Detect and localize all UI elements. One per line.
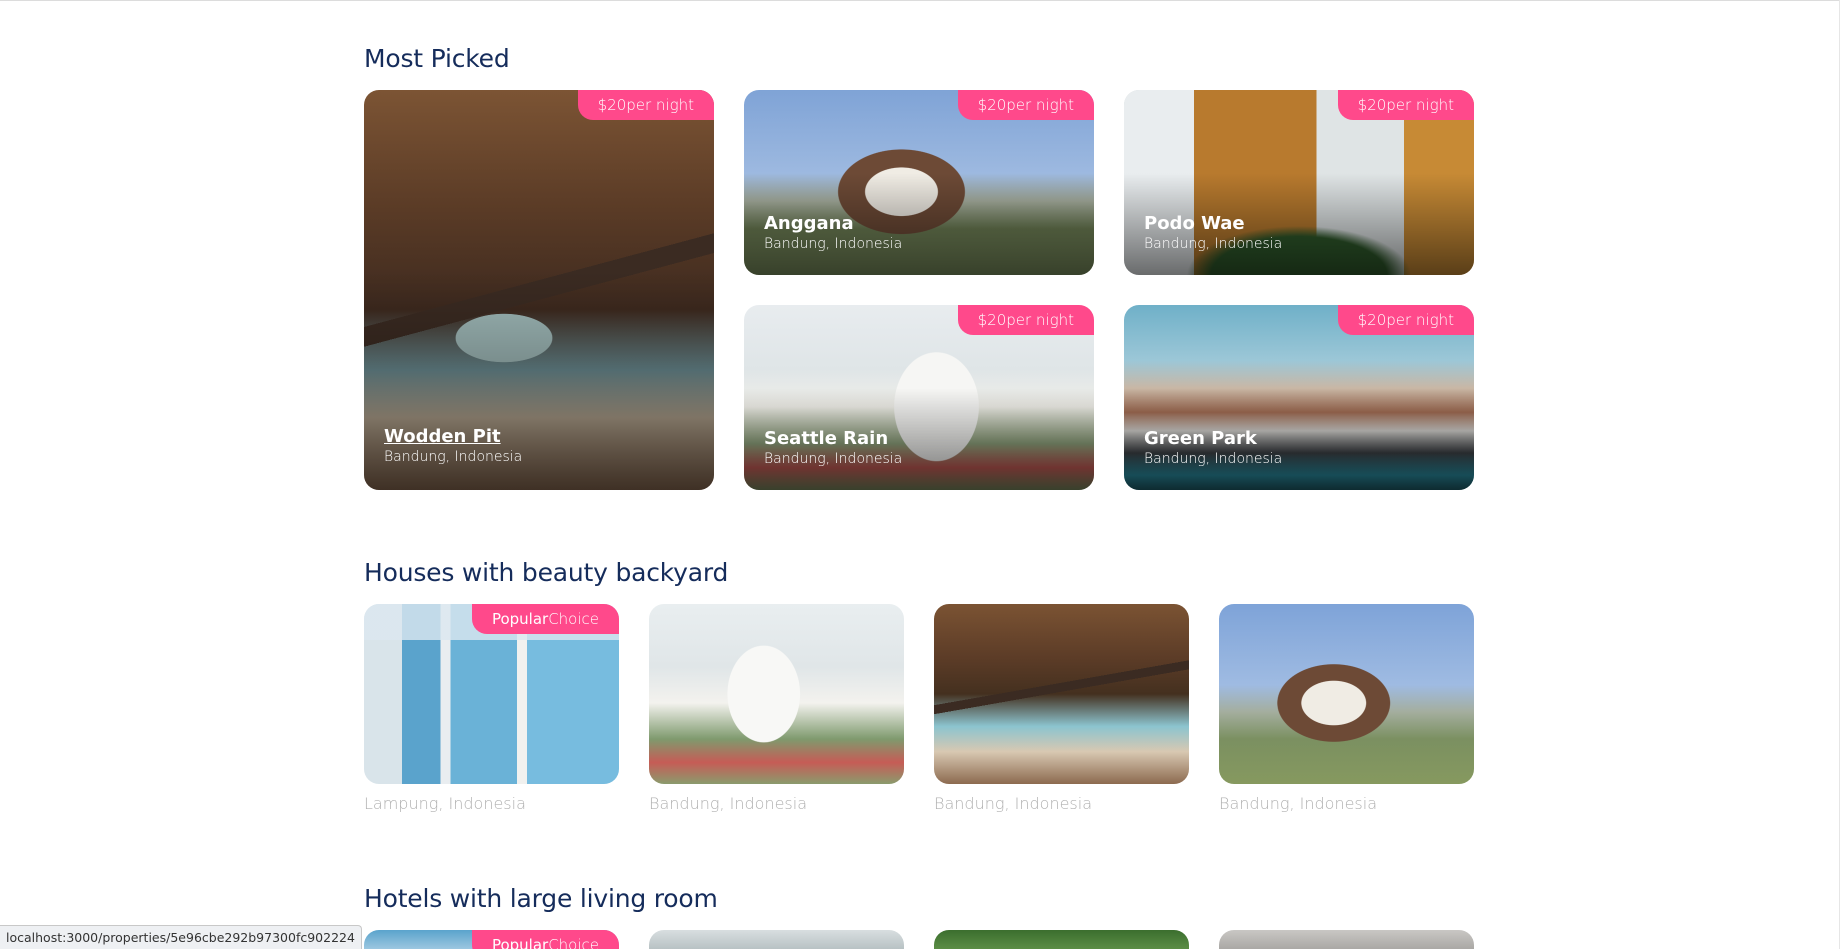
price-value: $20 [977,96,1007,114]
property-location: Lampung, Indonesia [364,794,526,813]
category-card[interactable]: Bandung, Indonesia [649,604,904,813]
category-card[interactable]: PopularChoice Lampung, Indonesia [364,604,619,813]
section-title-hotels: Hotels with large living room [364,884,718,913]
property-location: Bandung, Indonesia [649,794,808,813]
property-image [1219,930,1474,949]
property-location: Bandung, Indonesia [764,236,903,252]
property-name-link[interactable]: Seattle Rain [764,428,902,450]
property-name-link[interactable]: Anggana [764,213,902,235]
property-name-link[interactable]: Wodden Pit [384,426,522,448]
property-image [1219,604,1474,784]
most-picked-card-green-park[interactable]: $20per night Green Park Bandung, Indones… [1124,305,1474,490]
popular-choice-badge: PopularChoice [471,930,619,949]
price-tag: $20per night [957,90,1094,120]
price-unit: per night [1386,96,1454,114]
section-title-houses: Houses with beauty backyard [364,558,729,587]
price-unit: per night [1386,311,1454,329]
price-value: $20 [1357,96,1387,114]
property-image [649,930,904,949]
price-tag: $20per night [1337,305,1474,335]
price-tag: $20per night [1337,90,1474,120]
price-tag: $20per night [957,305,1094,335]
property-image [934,930,1189,949]
popular-choice-badge: PopularChoice [471,604,619,634]
property-location: Bandung, Indonesia [384,449,523,465]
price-value: $20 [597,96,627,114]
category-card[interactable] [934,930,1189,949]
browser-status-url: localhost:3000/properties/5e96cbe292b973… [0,925,362,949]
price-value: $20 [977,311,1007,329]
category-card[interactable] [649,930,904,949]
most-picked-card-anggana[interactable]: $20per night Anggana Bandung, Indonesia [744,90,1094,275]
property-location: Bandung, Indonesia [764,451,903,467]
category-card[interactable]: Bandung, Indonesia [934,604,1189,813]
price-unit: per night [1006,311,1074,329]
most-picked-card-wodden-pit[interactable]: $20per night Wodden Pit Bandung, Indones… [364,90,714,490]
property-location: Bandung, Indonesia [1144,451,1283,467]
category-card[interactable] [1219,930,1474,949]
most-picked-card-seattle-rain[interactable]: $20per night Seattle Rain Bandung, Indon… [744,305,1094,490]
property-name-link[interactable]: Green Park [1144,428,1282,450]
section-title-most-picked: Most Picked [364,44,510,73]
property-location: Bandung, Indonesia [1144,236,1283,252]
property-location: Bandung, Indonesia [934,794,1093,813]
price-unit: per night [1006,96,1074,114]
property-image [934,604,1189,784]
category-card[interactable]: PopularChoice [364,930,619,949]
category-card[interactable]: Bandung, Indonesia [1219,604,1474,813]
property-name-link[interactable]: Podo Wae [1144,213,1282,235]
property-location: Bandung, Indonesia [1219,794,1378,813]
property-image [649,604,904,784]
most-picked-card-podo-wae[interactable]: $20per night Podo Wae Bandung, Indonesia [1124,90,1474,275]
price-tag: $20per night [577,90,714,120]
top-divider [0,0,1840,1]
price-unit: per night [626,96,694,114]
price-value: $20 [1357,311,1387,329]
